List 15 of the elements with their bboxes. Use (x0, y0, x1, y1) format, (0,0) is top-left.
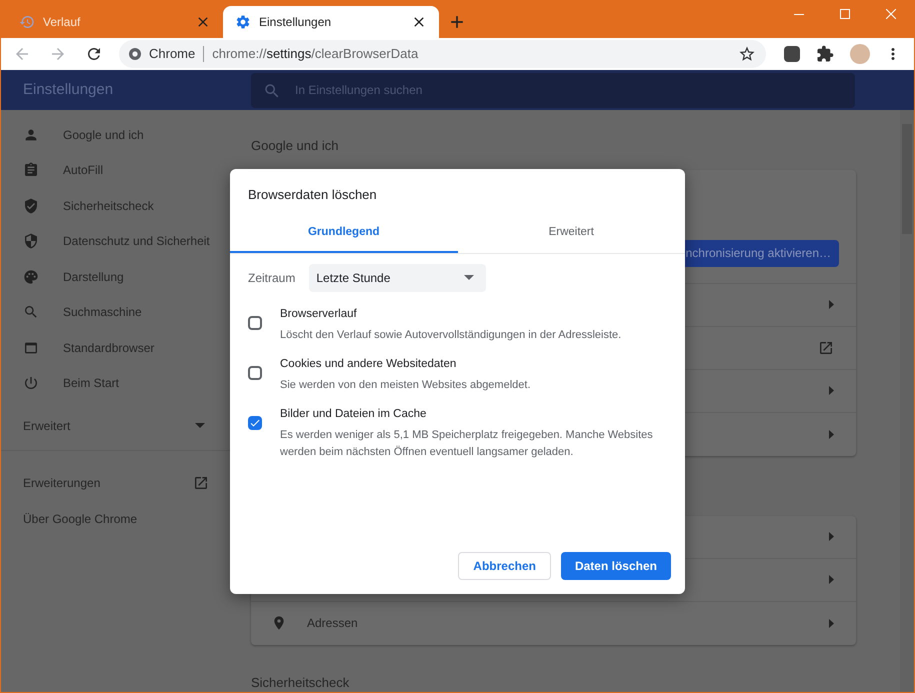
option-title: Cookies und andere Websitedaten (280, 356, 458, 372)
option-description: Sie werden von den meisten Websites abgemeldet. (280, 378, 530, 393)
section-title: Sicherheitscheck (251, 674, 350, 692)
option-title: Browserverlauf (280, 306, 358, 322)
tab-title: Verlauf (43, 14, 82, 31)
option-description: Es werden weniger als 5,1 MB Speicherplatz freigegeben. Manche Websites werden beim nächsten Öffnen eventuell langsamer geladen. (280, 428, 654, 460)
dialog-title: Browserdaten löschen (247, 186, 378, 204)
site-label: Chrome (149, 45, 196, 64)
url-text: chrome://settings/clearBrowserData (212, 45, 418, 64)
field-label: Zeitraum (248, 270, 296, 286)
tab-title: Einstellungen (259, 14, 332, 31)
option-description: Löscht den Verlauf sowie Autovervollständigungen in der Adressleiste. (280, 328, 622, 343)
page-title: Einstellungen (22, 80, 114, 100)
option-title: Bilder und Dateien im Cache (280, 407, 428, 422)
section-title: Google und ich (251, 137, 340, 155)
